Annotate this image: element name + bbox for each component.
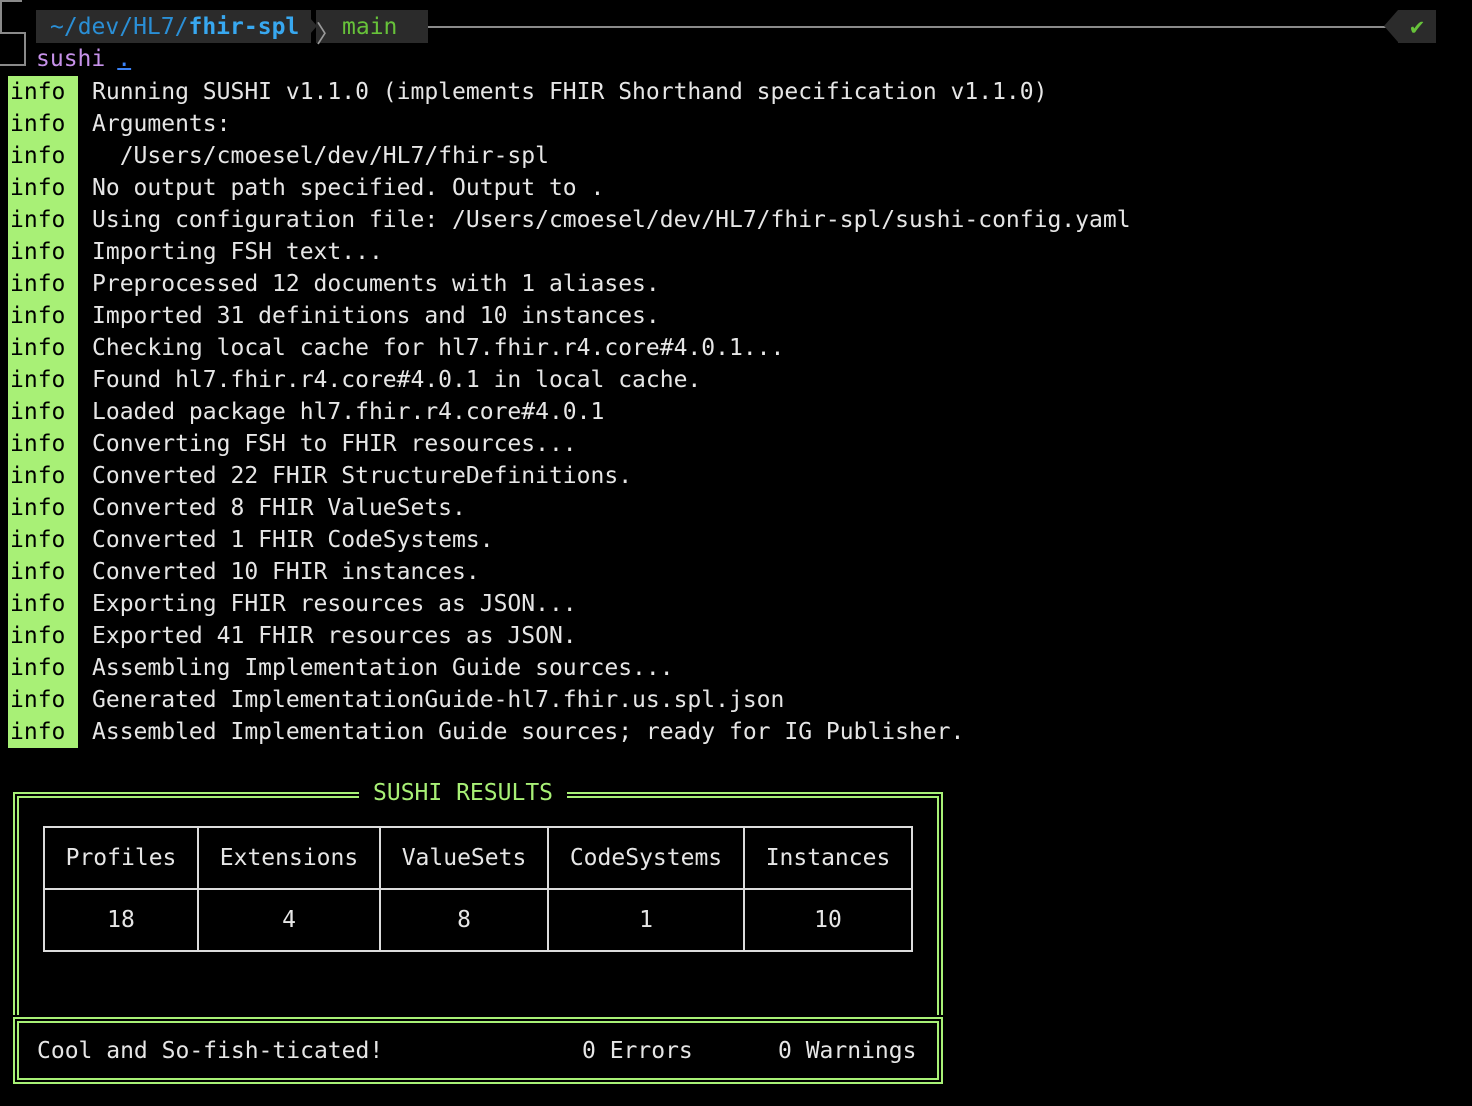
error-count: 0 Errors <box>582 1038 693 1064</box>
log-level-tag: info <box>8 204 78 236</box>
log-message: Converted 22 FHIR StructureDefinitions. <box>92 463 633 489</box>
log-level-tag: info <box>8 684 78 716</box>
log-message: Using configuration file: /Users/cmoesel… <box>92 207 1131 233</box>
log-message: Found hl7.fhir.r4.core#4.0.1 in local ca… <box>92 367 702 393</box>
prompt-path: ~/dev/HL7/fhir-spl <box>36 10 312 43</box>
log-message: Running SUSHI v1.1.0 (implements FHIR Sh… <box>92 79 1048 105</box>
sushi-results-panel: SUSHI RESULTS Profiles Extensions ValueS… <box>13 780 943 1086</box>
results-footer: Cool and So-fish-ticated! 0 Errors 0 War… <box>37 1038 917 1064</box>
value-instances: 10 <box>743 888 913 952</box>
header-profiles: Profiles <box>43 826 199 890</box>
log-message: Converted 10 FHIR instances. <box>92 559 480 585</box>
log-level-tag: info <box>8 492 78 524</box>
log-line: info Checking local cache for hl7.fhir.r4… <box>8 332 1131 364</box>
log-level-tag: info <box>8 652 78 684</box>
log-level-tag: info <box>8 428 78 460</box>
log-line: info Imported 31 definitions and 10 insta… <box>8 300 1131 332</box>
log-line: info Converted 1 FHIR CodeSystems. <box>8 524 1131 556</box>
log-output: info Running SUSHI v1.1.0 (implements FHI… <box>8 76 1131 748</box>
log-level-tag: info <box>8 300 78 332</box>
log-level-tag: info <box>8 172 78 204</box>
log-level-tag: info <box>8 556 78 588</box>
log-level-tag: info <box>8 716 78 748</box>
command-line: sushi. <box>36 46 131 72</box>
log-message: Assembled Implementation Guide sources; … <box>92 719 965 745</box>
warning-count: 0 Warnings <box>778 1038 917 1064</box>
value-extensions: 4 <box>197 888 381 952</box>
log-message: Converting FSH to FHIR resources... <box>92 431 577 457</box>
prompt-chevron-icon <box>303 10 317 42</box>
success-check-icon: ✔ <box>1410 13 1424 40</box>
log-line: info Found hl7.fhir.r4.core#4.0.1 in loca… <box>8 364 1131 396</box>
log-line: info Running SUSHI v1.1.0 (implements FHI… <box>8 76 1131 108</box>
results-table: Profiles Extensions ValueSets CodeSystem… <box>43 826 913 952</box>
log-line: info Assembling Implementation Guide sour… <box>8 652 1131 684</box>
header-instances: Instances <box>743 826 913 890</box>
log-message: Generated ImplementationGuide-hl7.fhir.u… <box>92 687 785 713</box>
segment-separator-icon: 〉 <box>316 20 340 48</box>
log-line: info Exported 41 FHIR resources as JSON. <box>8 620 1131 652</box>
log-level-tag: info <box>8 620 78 652</box>
log-line: info Preprocessed 12 documents with 1 ali… <box>8 268 1131 300</box>
header-codesystems: CodeSystems <box>547 826 745 890</box>
log-level-tag: info <box>8 332 78 364</box>
table-header-row: Profiles Extensions ValueSets CodeSystem… <box>43 826 913 890</box>
log-message: Preprocessed 12 documents with 1 aliases… <box>92 271 660 297</box>
status-chevron-icon <box>1384 10 1398 42</box>
log-line: info /Users/cmoesel/dev/HL7/fhir-spl <box>8 140 1131 172</box>
log-level-tag: info <box>8 524 78 556</box>
prompt-chevron-icon <box>414 10 428 42</box>
log-line: info Converted 10 FHIR instances. <box>8 556 1131 588</box>
prompt-path-prefix: ~/dev/HL7/ <box>50 13 189 40</box>
log-line: info Loaded package hl7.fhir.r4.core#4.0.… <box>8 396 1131 428</box>
log-message: Exporting FHIR resources as JSON... <box>92 591 577 617</box>
log-message: Exported 41 FHIR resources as JSON. <box>92 623 577 649</box>
log-message: Assembling Implementation Guide sources.… <box>92 655 674 681</box>
log-level-tag: info <box>8 140 78 172</box>
prompt-path-current: fhir-spl <box>188 13 300 40</box>
header-valuesets: ValueSets <box>379 826 549 890</box>
log-message: Converted 8 FHIR ValueSets. <box>92 495 466 521</box>
log-message: Importing FSH text... <box>92 239 383 265</box>
command-argument: . <box>117 46 132 72</box>
prompt-frame-left <box>0 0 22 32</box>
table-row: 18 4 8 1 10 <box>43 888 913 952</box>
log-line: info Assembled Implementation Guide sourc… <box>8 716 1131 748</box>
log-line: info Exporting FHIR resources as JSON... <box>8 588 1131 620</box>
prompt-frame-line <box>428 26 1388 28</box>
log-message: Arguments: <box>92 111 231 137</box>
value-valuesets: 8 <box>379 888 549 952</box>
log-level-tag: info <box>8 364 78 396</box>
log-line: info Generated ImplementationGuide-hl7.fh… <box>8 684 1131 716</box>
footer-message: Cool and So-fish-ticated! <box>37 1038 384 1064</box>
log-level-tag: info <box>8 396 78 428</box>
log-message: No output path specified. Output to . <box>92 175 605 201</box>
log-level-tag: info <box>8 460 78 492</box>
log-message: Converted 1 FHIR CodeSystems. <box>92 527 494 553</box>
prompt-status: ✔ <box>1398 10 1436 43</box>
log-line: info Using configuration file: /Users/cmo… <box>8 204 1131 236</box>
log-line: info No output path specified. Output to … <box>8 172 1131 204</box>
log-line: info Converting FSH to FHIR resources... <box>8 428 1131 460</box>
command-name: sushi <box>36 46 106 72</box>
log-line: info Converted 8 FHIR ValueSets. <box>8 492 1131 524</box>
log-message: Checking local cache for hl7.fhir.r4.cor… <box>92 335 785 361</box>
log-level-tag: info <box>8 236 78 268</box>
value-profiles: 18 <box>43 888 199 952</box>
results-title: SUSHI RESULTS <box>359 780 568 806</box>
log-line: info Importing FSH text... <box>8 236 1131 268</box>
log-message: /Users/cmoesel/dev/HL7/fhir-spl <box>92 143 549 169</box>
git-branch-label: main <box>342 13 398 40</box>
log-message: Imported 31 definitions and 10 instances… <box>92 303 660 329</box>
value-codesystems: 1 <box>547 888 745 952</box>
header-extensions: Extensions <box>197 826 381 890</box>
log-level-tag: info <box>8 108 78 140</box>
log-line: info Converted 22 FHIR StructureDefinitio… <box>8 460 1131 492</box>
log-level-tag: info <box>8 268 78 300</box>
log-level-tag: info <box>8 588 78 620</box>
log-message: Loaded package hl7.fhir.r4.core#4.0.1 <box>92 399 605 425</box>
prompt-frame-right <box>0 32 26 66</box>
log-line: info Arguments: <box>8 108 1131 140</box>
log-level-tag: info <box>8 76 78 108</box>
